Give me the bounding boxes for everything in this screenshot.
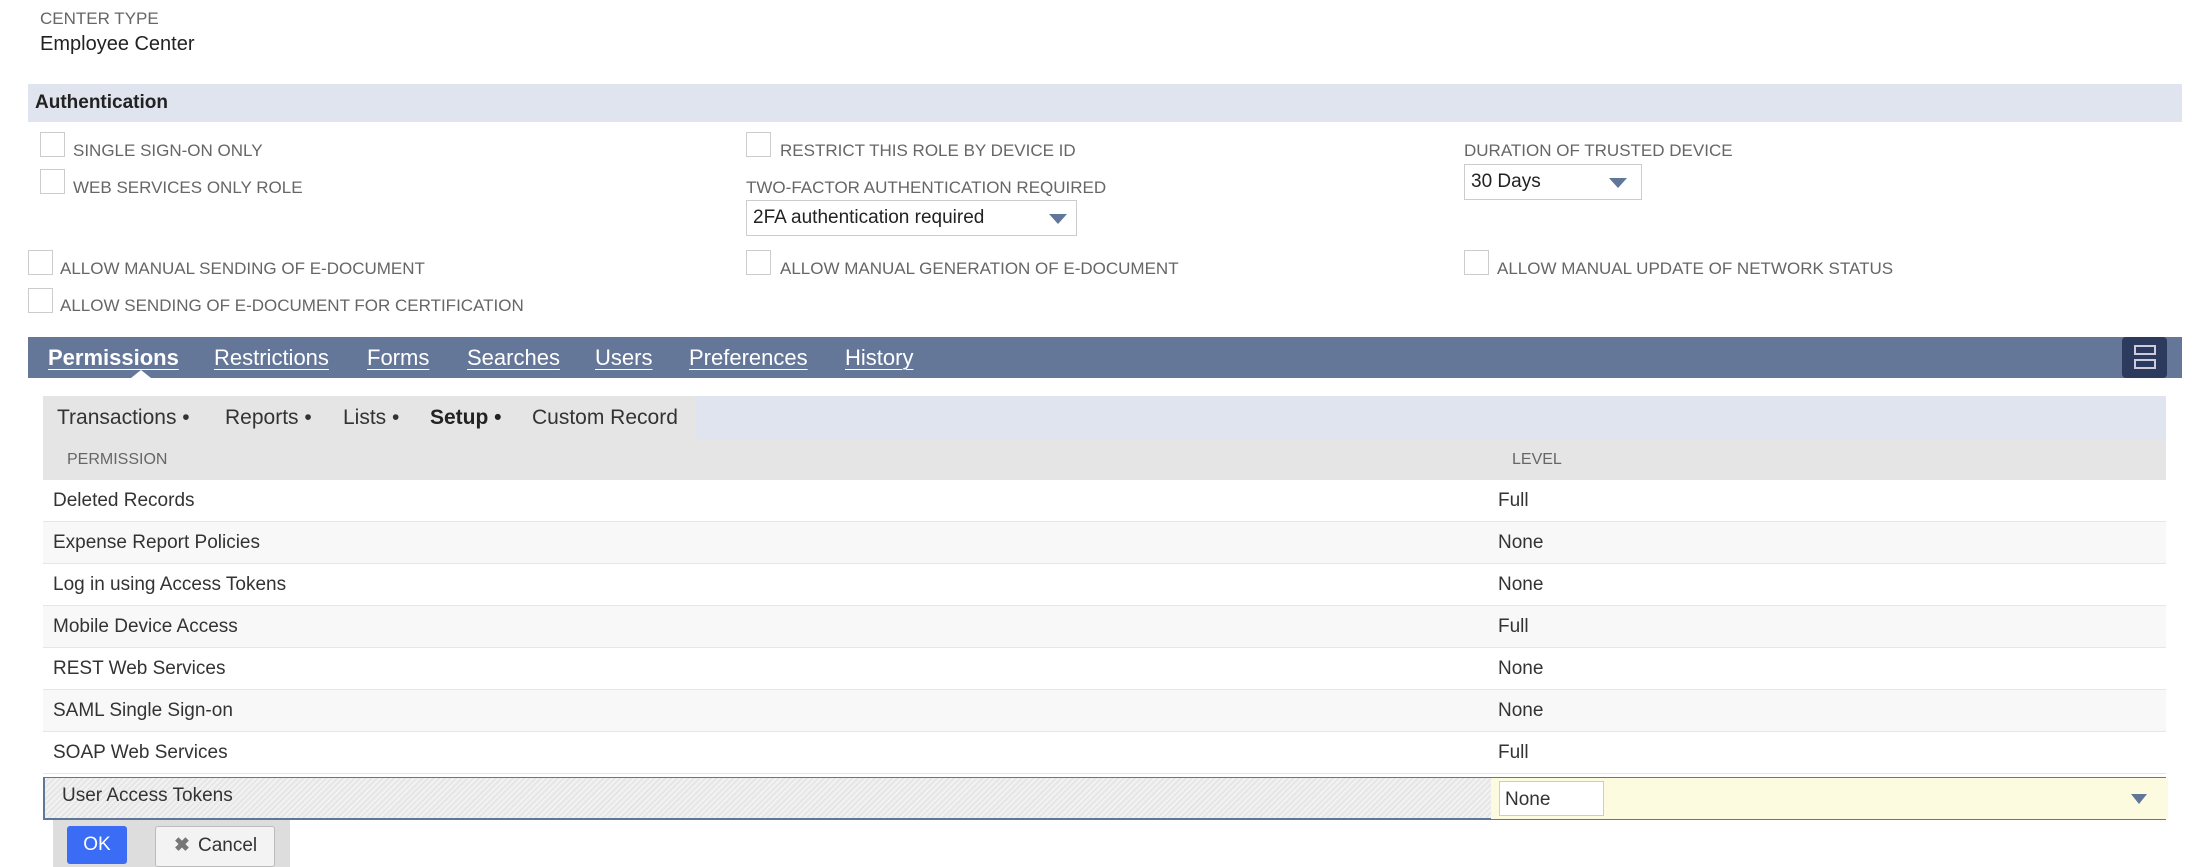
active-tab-pointer — [131, 370, 151, 378]
two-factor-label: TWO-FACTOR AUTHENTICATION REQUIRED — [746, 178, 1107, 197]
tab-users[interactable]: Users — [595, 345, 652, 371]
level-select[interactable]: None — [1491, 778, 2168, 819]
web-services-only-checkbox[interactable] — [40, 169, 65, 194]
restrict-device-id-label: RESTRICT THIS ROLE BY DEVICE ID — [780, 141, 1076, 160]
chevron-down-icon — [1609, 178, 1627, 188]
tab-history[interactable]: History — [845, 345, 913, 371]
permission-cell: SOAP Web Services — [53, 742, 228, 763]
permission-cell: Mobile Device Access — [53, 616, 238, 637]
header-level: LEVEL — [1512, 451, 1562, 468]
two-factor-value: 2FA authentication required — [753, 207, 985, 228]
single-sign-on-label: SINGLE SIGN-ON ONLY — [73, 141, 263, 160]
header-permission: PERMISSION — [67, 451, 168, 468]
manual-update-checkbox[interactable] — [1464, 250, 1489, 275]
subtab-reports[interactable]: Reports • — [225, 406, 312, 430]
layout-icon-bottom — [2134, 359, 2156, 369]
two-factor-select[interactable]: 2FA authentication required — [746, 200, 1077, 236]
manual-generation-label: ALLOW MANUAL GENERATION OF E-DOCUMENT — [780, 259, 1179, 278]
level-cell: None — [1498, 658, 1544, 679]
level-cell: Full — [1498, 490, 1529, 511]
edit-row-permission: User Access Tokens — [62, 785, 233, 806]
tab-preferences[interactable]: Preferences — [689, 345, 808, 371]
cancel-button[interactable]: ✖ Cancel — [155, 826, 275, 867]
table-row[interactable]: SOAP Web Services Full — [43, 732, 2166, 774]
tab-restrictions[interactable]: Restrictions — [214, 345, 329, 371]
level-input[interactable]: None — [1499, 781, 1604, 816]
authentication-header: Authentication — [28, 84, 2182, 122]
tab-permissions[interactable]: Permissions — [48, 345, 179, 371]
permission-cell: SAML Single Sign-on — [53, 700, 233, 721]
chevron-down-icon — [1049, 214, 1067, 224]
table-row[interactable]: Deleted Records Full — [43, 480, 2166, 522]
manual-update-label: ALLOW MANUAL UPDATE OF NETWORK STATUS — [1497, 259, 1894, 278]
table-row[interactable]: Expense Report Policies None — [43, 522, 2166, 564]
tab-forms[interactable]: Forms — [367, 345, 429, 371]
ok-button[interactable]: OK — [67, 826, 127, 864]
duration-value: 30 Days — [1471, 171, 1541, 192]
table-header: PERMISSION LEVEL — [43, 440, 2166, 480]
level-cell: Full — [1498, 616, 1529, 637]
layout-toggle-button[interactable] — [2122, 337, 2167, 378]
authentication-title: Authentication — [35, 92, 168, 113]
duration-label: DURATION OF TRUSTED DEVICE — [1464, 141, 1733, 160]
level-value: None — [1505, 789, 1551, 810]
edit-row: User Access Tokens None — [43, 777, 2168, 820]
level-cell: None — [1498, 574, 1544, 595]
center-type-value: Employee Center — [40, 33, 195, 55]
cancel-label: Cancel — [198, 835, 258, 856]
level-cell: None — [1498, 700, 1544, 721]
close-icon: ✖ — [174, 835, 190, 856]
subtab-lists[interactable]: Lists • — [343, 406, 399, 430]
manual-sending-label: ALLOW MANUAL SENDING OF E-DOCUMENT — [60, 259, 425, 278]
button-bar: OK ✖ Cancel — [53, 820, 290, 867]
permission-cell: Deleted Records — [53, 490, 195, 511]
manual-sending-checkbox[interactable] — [28, 250, 53, 275]
table-row[interactable]: SAML Single Sign-on None — [43, 690, 2166, 732]
table-row[interactable]: Log in using Access Tokens None — [43, 564, 2166, 606]
main-tab-bar: Permissions Restrictions Forms Searches … — [28, 337, 2182, 378]
level-cell: None — [1498, 532, 1544, 553]
subtab-bar: Transactions • Reports • Lists • Setup •… — [43, 396, 2166, 440]
level-cell: Full — [1498, 742, 1529, 763]
subtab-setup[interactable]: Setup • — [430, 406, 502, 430]
manual-generation-checkbox[interactable] — [746, 250, 771, 275]
permission-cell: Expense Report Policies — [53, 532, 260, 553]
permission-cell: REST Web Services — [53, 658, 226, 679]
table-row[interactable]: REST Web Services None — [43, 648, 2166, 690]
duration-select[interactable]: 30 Days — [1464, 164, 1642, 200]
table-row[interactable]: Mobile Device Access Full — [43, 606, 2166, 648]
chevron-down-icon — [2131, 794, 2147, 804]
sending-certification-checkbox[interactable] — [28, 288, 53, 313]
web-services-only-label: WEB SERVICES ONLY ROLE — [73, 178, 303, 197]
layout-icon — [2134, 345, 2156, 355]
subtab-transactions[interactable]: Transactions • — [57, 406, 190, 430]
subtab-custom-record[interactable]: Custom Record — [532, 406, 678, 430]
tab-searches[interactable]: Searches — [467, 345, 560, 371]
center-type-label: CENTER TYPE — [40, 9, 159, 28]
sending-certification-label: ALLOW SENDING OF E-DOCUMENT FOR CERTIFIC… — [60, 296, 524, 315]
single-sign-on-checkbox[interactable] — [40, 132, 65, 157]
permission-cell: Log in using Access Tokens — [53, 574, 287, 595]
restrict-device-id-checkbox[interactable] — [746, 132, 771, 157]
active-subtab-pointer — [452, 432, 472, 440]
